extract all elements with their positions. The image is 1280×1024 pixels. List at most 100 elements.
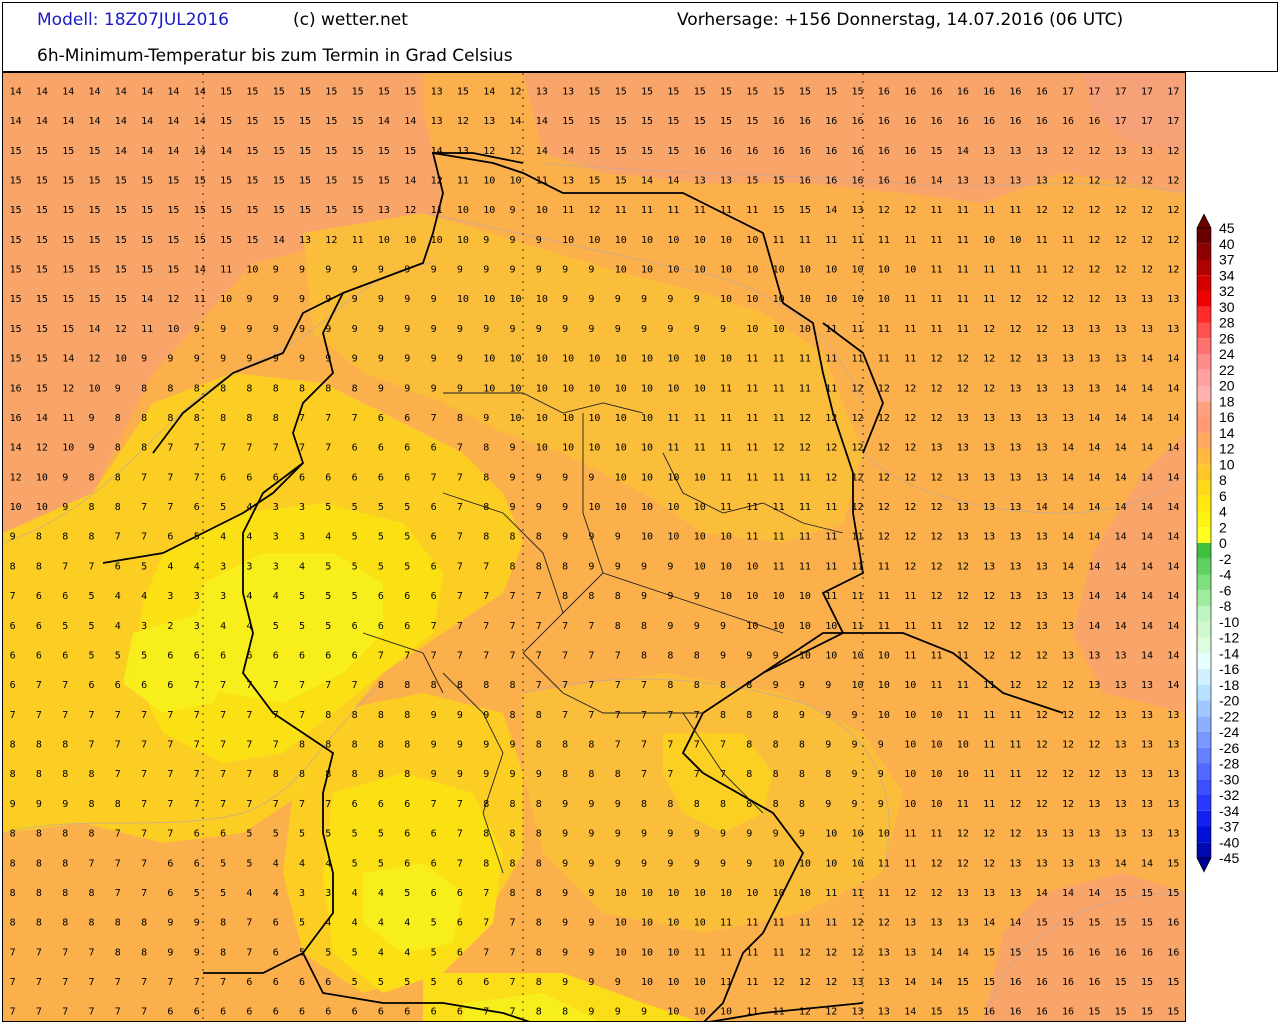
temperature-value: 15 bbox=[325, 146, 337, 157]
temperature-value: 15 bbox=[115, 175, 127, 186]
temperature-value: 15 bbox=[62, 265, 74, 276]
temperature-value: 7 bbox=[141, 799, 147, 810]
temperature-value: 13 bbox=[957, 472, 969, 483]
temperature-value: 12 bbox=[825, 947, 837, 958]
temperature-value: 10 bbox=[457, 205, 469, 216]
temperature-value: 15 bbox=[246, 116, 258, 127]
temperature-value: 14 bbox=[667, 175, 679, 186]
temperature-value: 4 bbox=[167, 561, 173, 572]
temperature-value: 13 bbox=[957, 175, 969, 186]
legend-label: 28 bbox=[1219, 315, 1235, 331]
temperature-value: 16 bbox=[1009, 1007, 1021, 1018]
temperature-value: 14 bbox=[10, 86, 22, 97]
temperature-value: 7 bbox=[720, 740, 726, 751]
temperature-value: 8 bbox=[615, 769, 621, 780]
legend-color-cell bbox=[1197, 621, 1211, 638]
temperature-value: 14 bbox=[562, 146, 574, 157]
temperature-value: 15 bbox=[10, 265, 22, 276]
temperature-value: 7 bbox=[457, 561, 463, 572]
temperature-value: 8 bbox=[378, 680, 384, 691]
legend-label: -16 bbox=[1219, 661, 1239, 677]
temperature-value: 12 bbox=[1062, 294, 1074, 305]
temperature-value: 3 bbox=[220, 561, 226, 572]
temperature-value: 9 bbox=[378, 354, 384, 365]
temperature-value: 13 bbox=[878, 977, 890, 988]
temperature-value: 16 bbox=[1036, 86, 1048, 97]
temperature-value: 8 bbox=[510, 858, 516, 869]
temperature-value: 15 bbox=[10, 354, 22, 365]
temperature-value: 12 bbox=[904, 532, 916, 543]
temperature-value: 13 bbox=[957, 918, 969, 929]
temperature-value: 13 bbox=[1036, 383, 1048, 394]
temperature-value: 8 bbox=[325, 383, 331, 394]
temperature-value: 7 bbox=[246, 740, 252, 751]
temperature-value: 8 bbox=[115, 472, 121, 483]
temperature-value: 17 bbox=[1167, 86, 1179, 97]
temperature-value: 8 bbox=[694, 650, 700, 661]
temperature-value: 14 bbox=[983, 918, 995, 929]
temperature-value: 8 bbox=[10, 829, 16, 840]
temperature-value: 9 bbox=[615, 294, 621, 305]
temperature-value: 15 bbox=[588, 146, 600, 157]
legend-label: 45 bbox=[1219, 220, 1235, 236]
temperature-value: 14 bbox=[62, 86, 74, 97]
temperature-value: 6 bbox=[273, 650, 279, 661]
temperature-value: 6 bbox=[352, 650, 358, 661]
temperature-value: 10 bbox=[641, 472, 653, 483]
temperature-value: 12 bbox=[983, 383, 995, 394]
temperature-value: 9 bbox=[588, 532, 594, 543]
temperature-value: 14 bbox=[1115, 443, 1127, 454]
temperature-value: 6 bbox=[167, 650, 173, 661]
temperature-value: 7 bbox=[483, 591, 489, 602]
temperature-value: 8 bbox=[115, 799, 121, 810]
temperature-value: 10 bbox=[746, 294, 758, 305]
temperature-value: 15 bbox=[957, 977, 969, 988]
temperature-value: 15 bbox=[89, 265, 101, 276]
temperature-value: 8 bbox=[36, 888, 42, 899]
temperature-value: 12 bbox=[825, 977, 837, 988]
temperature-value: 9 bbox=[799, 829, 805, 840]
temperature-value: 9 bbox=[536, 265, 542, 276]
temperature-value: 9 bbox=[773, 829, 779, 840]
temperature-value: 10 bbox=[36, 472, 48, 483]
temperature-value: 6 bbox=[273, 472, 279, 483]
temperature-value: 10 bbox=[904, 740, 916, 751]
temperature-value: 11 bbox=[931, 829, 943, 840]
temperature-value: 9 bbox=[641, 561, 647, 572]
temperature-value: 12 bbox=[1167, 146, 1179, 157]
temperature-value: 6 bbox=[36, 591, 42, 602]
temperature-value: 15 bbox=[1009, 947, 1021, 958]
temperature-value: 10 bbox=[746, 235, 758, 246]
temperature-value: 8 bbox=[773, 710, 779, 721]
temperature-value: 6 bbox=[299, 977, 305, 988]
temperature-value: 14 bbox=[1036, 888, 1048, 899]
temperature-value: 12 bbox=[931, 413, 943, 424]
temperature-value: 11 bbox=[1009, 769, 1021, 780]
temperature-value: 14 bbox=[1167, 532, 1179, 543]
temperature-value: 10 bbox=[641, 977, 653, 988]
temperature-value: 10 bbox=[878, 829, 890, 840]
temperature-value: 15 bbox=[562, 116, 574, 127]
temperature-value: 15 bbox=[325, 205, 337, 216]
temperature-value: 3 bbox=[299, 532, 305, 543]
temperature-value: 15 bbox=[352, 116, 364, 127]
temperature-value: 7 bbox=[246, 799, 252, 810]
temperature-value: 16 bbox=[1088, 116, 1100, 127]
temperature-value: 3 bbox=[325, 888, 331, 899]
temperature-value: 13 bbox=[1062, 829, 1074, 840]
temperature-value: 8 bbox=[536, 561, 542, 572]
temperature-value: 11 bbox=[931, 265, 943, 276]
temperature-value: 9 bbox=[299, 265, 305, 276]
temperature-value: 10 bbox=[720, 235, 732, 246]
temperature-value: 13 bbox=[1141, 740, 1153, 751]
temperature-value: 9 bbox=[536, 472, 542, 483]
temperature-value: 15 bbox=[325, 116, 337, 127]
temperature-value: 6 bbox=[167, 532, 173, 543]
temperature-value: 8 bbox=[378, 710, 384, 721]
temperature-value: 10 bbox=[773, 858, 785, 869]
color-legend: 45 40 37 34 32 30 28 26 24 22 20 18 16 14 12 10 8 6 4 2 0 -2-… bbox=[1187, 214, 1277, 874]
temperature-value: 8 bbox=[378, 740, 384, 751]
temperature-value: 5 bbox=[352, 502, 358, 513]
temperature-value: 8 bbox=[299, 769, 305, 780]
temperature-value: 10 bbox=[536, 443, 548, 454]
